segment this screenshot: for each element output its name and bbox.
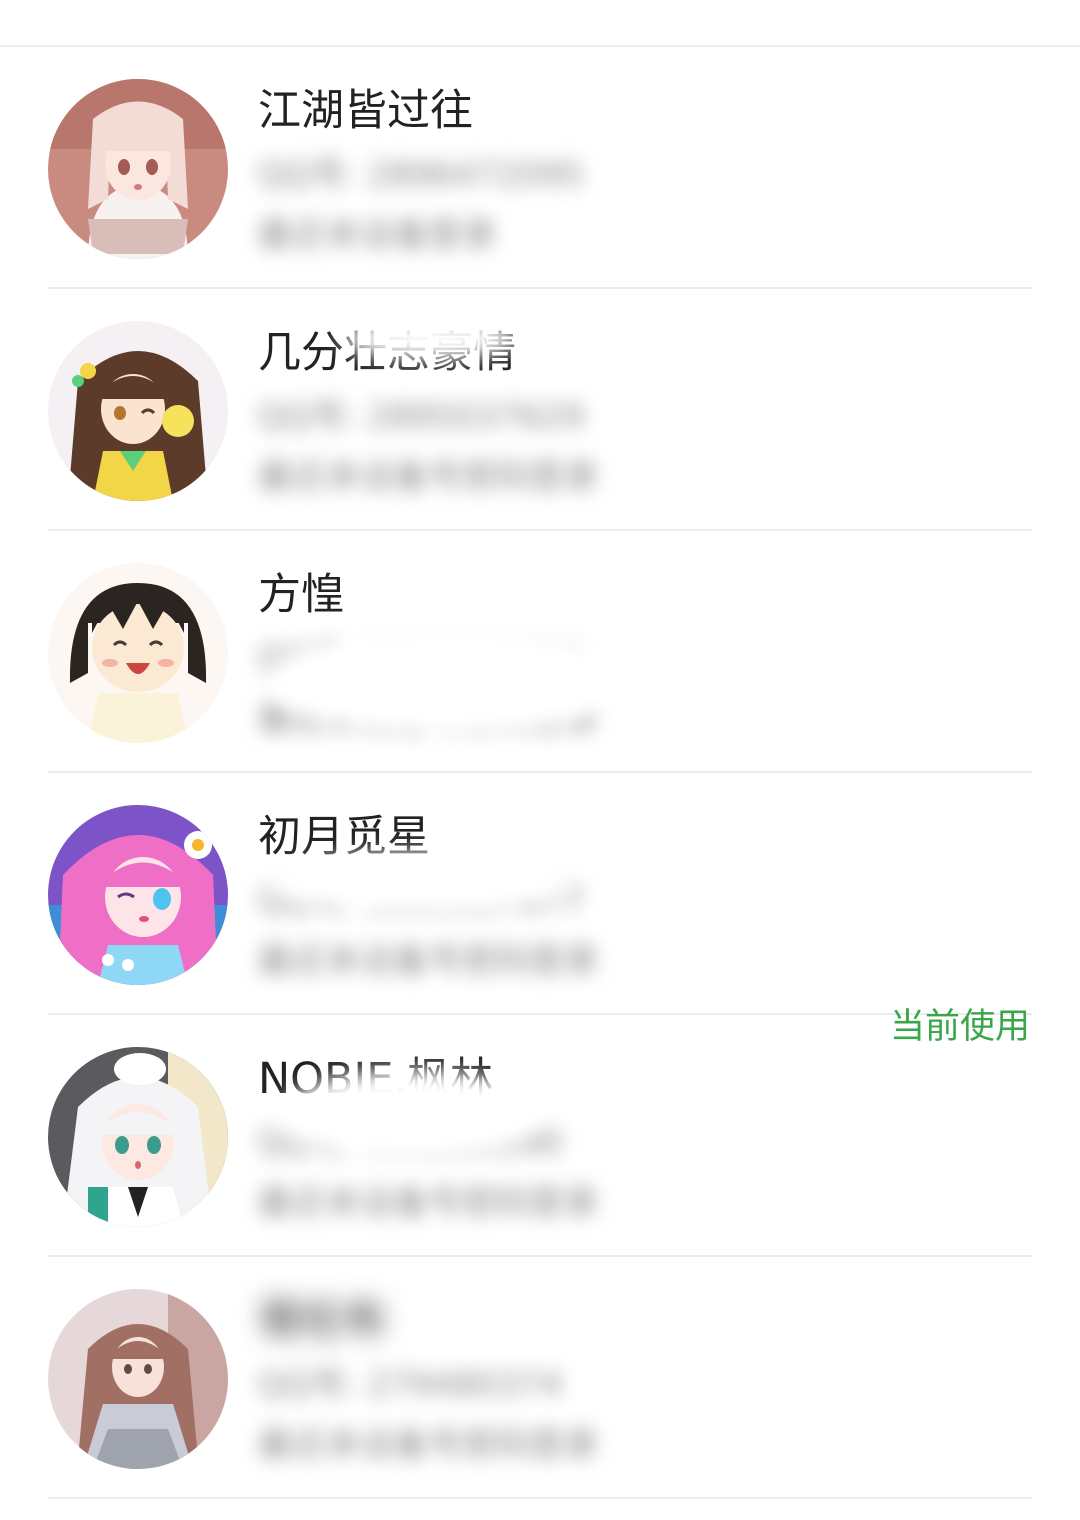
account-row[interactable]: 江湖皆过往 QQ号: 2896472095 最近本设备登录 [0, 47, 1080, 289]
avatar-image [48, 563, 228, 743]
account-row[interactable]: 哥伦布 QQ号: 279480374 最近本设备号密码登录 [0, 1257, 1080, 1499]
account-last-login: 最近本设备号密码登录 [258, 457, 598, 497]
account-id: QQ号: 2896472095 [258, 155, 585, 195]
account-row[interactable]: 几分壮志豪情 QQ号: 2895037629 最近本设备号密码登录 [0, 289, 1080, 531]
avatar[interactable] [48, 805, 228, 985]
avatar[interactable] [48, 321, 228, 501]
top-bar [0, 0, 1080, 47]
redaction-smudge [270, 626, 630, 736]
avatar[interactable] [48, 563, 228, 743]
account-id: QQ号: 279480374 [258, 1365, 563, 1405]
account-last-login: 最近本设备号密码登录 [258, 941, 598, 981]
current-account-badge: 当前使用 [889, 1007, 1030, 1047]
avatar-image [48, 79, 228, 259]
account-id: QQ号: 2895037629 [258, 397, 585, 437]
avatar-image [48, 1289, 228, 1469]
avatar-image [48, 805, 228, 985]
avatar[interactable] [48, 79, 228, 259]
avatar-image [48, 1047, 228, 1227]
account-last-login: 最近本设备登录 [258, 215, 496, 255]
redaction-smudge [270, 853, 570, 913]
redaction-smudge [280, 1070, 540, 1160]
avatar-image [48, 321, 228, 501]
avatar[interactable] [48, 1289, 228, 1469]
account-last-login: 最近本设备号密码登录 [258, 1425, 598, 1465]
account-name: 江湖皆过往 [258, 86, 473, 136]
account-last-login: 最近本设备号密码登录 [258, 1183, 598, 1223]
avatar[interactable] [48, 1047, 228, 1227]
account-name: 哥伦布 [258, 1296, 387, 1346]
account-row[interactable]: 初月觅星 QQ号: 2895227677 最近本设备号密码登录 [0, 773, 1080, 1015]
account-row[interactable]: 方惶 QQ号: 2895631751 最近本设备号密码登录 [0, 531, 1080, 773]
account-list: 江湖皆过往 QQ号: 2896472095 最近本设备登录 几分壮志豪情 QQ号… [0, 47, 1080, 1499]
redaction-smudge [340, 319, 520, 359]
account-name: 方惶 [258, 570, 344, 620]
